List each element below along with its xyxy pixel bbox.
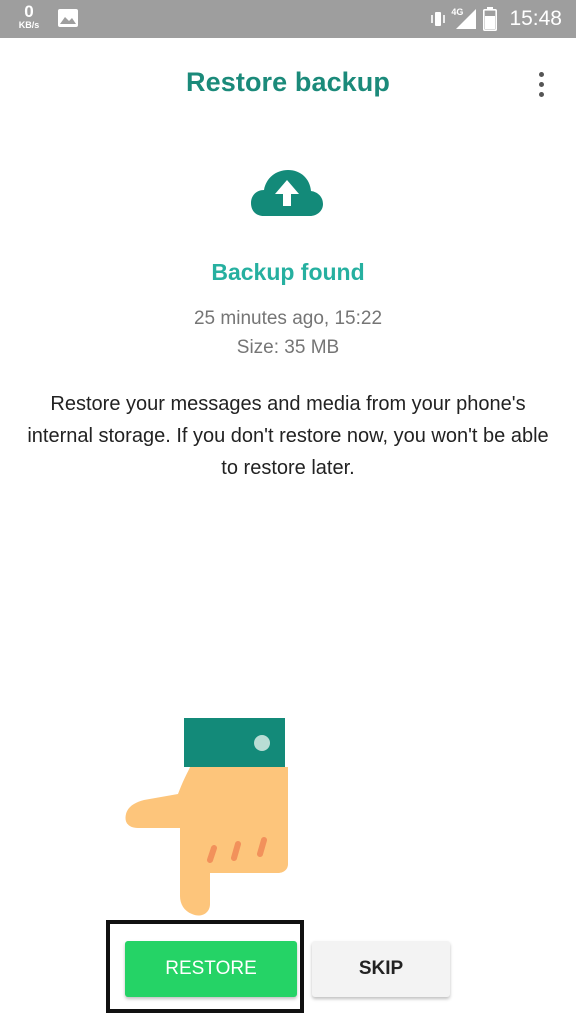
vibrate-icon — [431, 12, 446, 26]
restore-button[interactable]: RESTORE — [125, 941, 297, 997]
backup-found-title: Backup found — [211, 259, 365, 285]
backup-time: 25 minutes ago, 15:22 — [193, 308, 383, 329]
network-speed-unit: KB/s — [18, 20, 40, 30]
network-type: 4G — [451, 7, 464, 17]
battery-icon — [483, 7, 498, 31]
pointing-hand-icon — [125, 718, 288, 916]
network-speed: 0 KB/s — [14, 3, 44, 30]
status-icons: 4G 15:48 — [431, 0, 562, 38]
skip-button[interactable]: SKIP — [312, 941, 450, 997]
network-speed-value: 0 — [24, 2, 34, 21]
page-title: Restore backup — [186, 67, 390, 97]
status-bar: 0 KB/s 4G 15:48 — [0, 0, 576, 38]
restore-description: Restore your messages and media from you… — [27, 393, 549, 479]
backup-size: Size: 35 MB — [236, 337, 340, 358]
status-clock: 15:48 — [509, 7, 562, 30]
image-icon — [58, 9, 78, 27]
more-vert-icon[interactable] — [530, 68, 552, 100]
cloud-upload-icon — [251, 170, 323, 216]
